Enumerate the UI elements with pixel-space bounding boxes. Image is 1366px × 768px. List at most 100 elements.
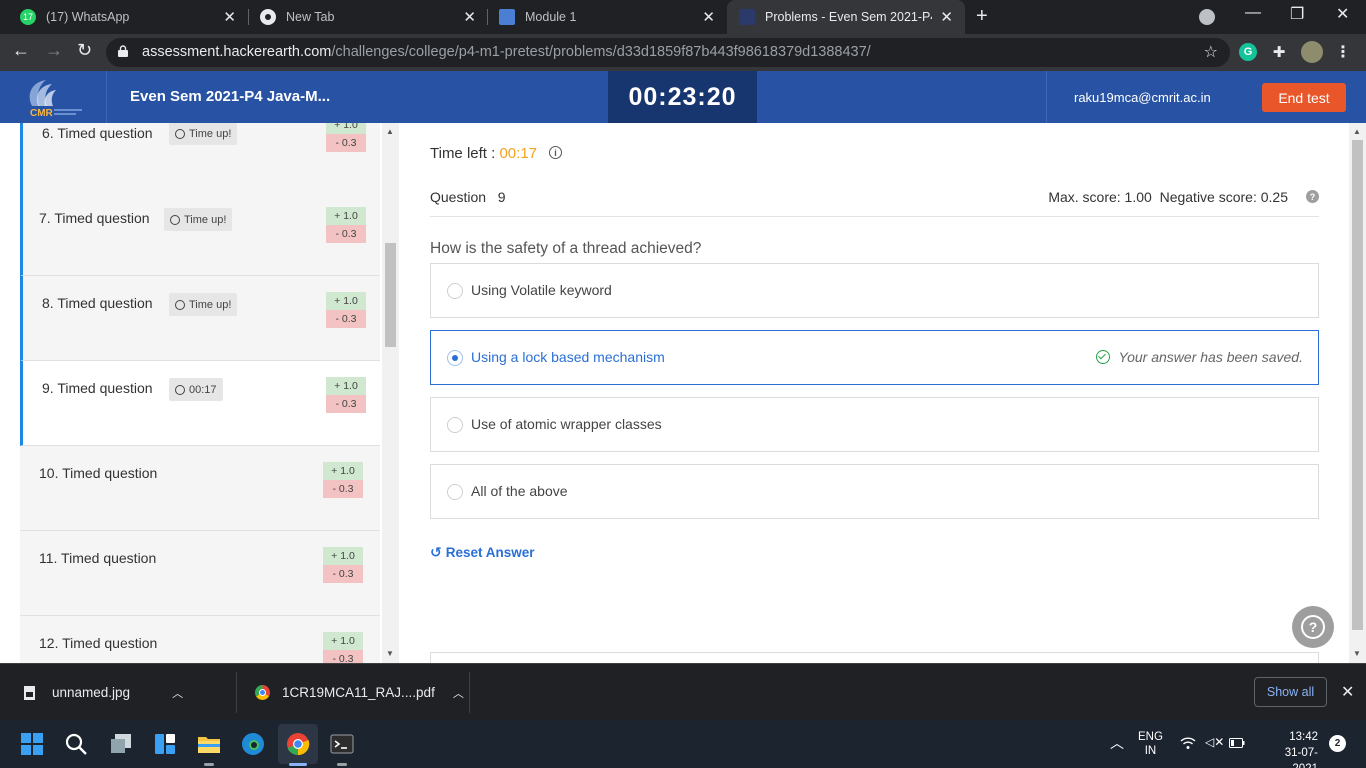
grammarly-icon[interactable]: G [1239,43,1257,61]
windows-start-icon[interactable] [20,732,44,756]
forward-arrow-icon[interactable]: → [45,40,63,61]
countdown-timer: 00:23:20 [608,71,757,123]
address-bar[interactable]: assessment.hackerearth.com/challenges/co… [106,38,1230,67]
close-icon[interactable]: ✕ [940,8,953,26]
tab-label: Module 1 [525,10,577,24]
end-test-button[interactable]: End test [1262,83,1346,112]
question-item-label: 11. Timed question [39,550,157,566]
hackerearth-icon [739,9,755,25]
question-list-scrollbar[interactable]: ▲ ▼ [382,123,399,663]
question-item-label: 10. Timed question [39,465,158,481]
scrollbar-thumb[interactable] [1352,140,1363,630]
tab-module-1[interactable]: Module 1 ✕ [487,0,727,34]
scrollbar-thumb[interactable] [385,243,396,347]
question-list-item[interactable]: 6. Timed question Time up! + 1.0 - 0.3 [20,123,380,201]
question-item-label: 12. Timed question [39,635,158,651]
positive-score-badge: + 1.0 [323,462,363,480]
question-list-item[interactable]: 11. Timed question + 1.0 - 0.3 [20,531,380,616]
battery-icon[interactable] [1229,738,1245,748]
answer-option-selected[interactable]: Using a lock based mechanism Your answer… [430,330,1319,385]
whatsapp-icon: 17 [20,9,36,25]
window-close-icon[interactable]: ✕ [1336,4,1349,24]
download-item[interactable]: 1CR19MCA11_RAJ....pdf ︿ [255,664,464,721]
positive-score-badge: + 1.0 [326,207,366,225]
tab-problems[interactable]: Problems - Even Sem 2021-P4 Ja ✕ [727,0,965,34]
volume-muted-icon[interactable]: ◁✕ [1205,735,1224,749]
tab-search-icon[interactable] [1199,9,1215,25]
back-arrow-icon[interactable]: ← [12,40,30,61]
new-tab-plus-icon[interactable]: + [976,5,988,28]
option-label: Using Volatile keyword [471,282,612,298]
browser-tab-strip: 17 (17) WhatsApp ✕ New Tab ✕ Module 1 ✕ … [0,0,1366,34]
reset-answer-button[interactable]: ↺ Reset Answer [430,544,535,561]
info-icon[interactable]: i [549,146,562,159]
question-list-item[interactable]: 8. Timed question Time up! + 1.0 - 0.3 [20,276,380,361]
clock[interactable]: 13:4231-07-2021 [1260,729,1318,768]
extensions-puzzle-icon[interactable]: ✚ [1270,43,1288,61]
radio-button[interactable] [447,283,463,299]
wifi-icon[interactable] [1180,736,1196,750]
tab-new-tab[interactable]: New Tab ✕ [248,0,488,34]
radio-button-checked[interactable] [447,350,463,366]
question-item-label: 9. Timed question [42,380,153,396]
bookmark-star-icon[interactable]: ☆ [1204,42,1218,62]
file-icon [24,685,35,700]
negative-score-badge: - 0.3 [323,565,363,583]
minimize-icon[interactable]: — [1245,4,1261,22]
module-icon [499,9,515,25]
notification-badge[interactable]: 2 [1329,735,1346,752]
chevron-up-icon[interactable]: ︿ [172,685,183,701]
close-icon[interactable]: ✕ [223,8,236,26]
question-item-label: 8. Timed question [42,295,153,311]
help-button[interactable]: ? [1292,606,1334,648]
answer-option[interactable]: All of the above [430,464,1319,519]
question-list-item[interactable]: 12. Timed question + 1.0 - 0.3 [20,616,380,663]
chrome-icon[interactable] [286,732,310,756]
search-icon[interactable] [64,732,88,756]
menu-kebab-icon[interactable]: ⋮ [1334,43,1352,61]
question-list-item[interactable]: 10. Timed question + 1.0 - 0.3 [20,446,380,531]
question-list-item[interactable]: 7. Timed question Time up! + 1.0 - 0.3 [20,191,380,276]
profile-avatar[interactable] [1301,41,1323,63]
terminal-icon[interactable] [330,732,354,756]
widgets-icon[interactable] [153,732,177,756]
answer-option[interactable]: Use of atomic wrapper classes [430,397,1319,452]
file-explorer-icon[interactable] [197,732,221,756]
show-all-button[interactable]: Show all [1254,677,1327,707]
task-view-icon[interactable] [109,732,133,756]
cmr-logo: CMR [29,80,82,118]
chrome-icon [255,685,270,700]
clock-icon [175,384,185,395]
question-list-item-current[interactable]: 9. Timed question 00:17 + 1.0 - 0.3 [20,361,380,446]
saved-message: Your answer has been saved. [1095,349,1303,365]
chevron-up-icon[interactable]: ︿ [453,685,464,701]
radio-button[interactable] [447,417,463,433]
question-item-label: 6. Timed question [42,125,153,141]
scroll-down-arrow-icon[interactable]: ▼ [386,649,394,658]
close-icon[interactable]: ✕ [702,8,715,26]
radio-button[interactable] [447,484,463,500]
time-left: Time left : 00:17 [430,145,538,162]
scroll-down-arrow-icon[interactable]: ▼ [1353,649,1361,658]
restore-icon[interactable]: ❐ [1290,4,1304,24]
browser-toolbar: ← → ↻ assessment.hackerearth.com/challen… [0,34,1366,71]
option-label: All of the above [471,483,568,499]
chevron-up-icon[interactable]: ︿ [1110,733,1124,753]
tab-label: Problems - Even Sem 2021-P4 Ja [765,10,932,24]
close-icon[interactable]: ✕ [1341,682,1354,702]
tab-whatsapp[interactable]: 17 (17) WhatsApp ✕ [8,0,248,34]
language-indicator[interactable]: ENG IN [1138,730,1163,758]
scroll-up-arrow-icon[interactable]: ▲ [386,127,394,136]
answer-option[interactable]: Using Volatile keyword [430,263,1319,318]
positive-score-badge: + 1.0 [323,632,363,650]
edge-icon[interactable] [241,732,265,756]
reload-icon[interactable]: ↻ [77,40,92,61]
close-icon[interactable]: ✕ [463,8,476,26]
download-item[interactable]: unnamed.jpg ︿ [24,664,183,721]
clock-icon [175,299,185,310]
help-icon[interactable]: ? [1306,190,1319,203]
negative-score-badge: - 0.3 [323,650,363,663]
next-section-box [430,652,1319,663]
question-panel-scrollbar[interactable]: ▲ ▼ [1349,123,1366,663]
scroll-up-arrow-icon[interactable]: ▲ [1353,127,1361,136]
